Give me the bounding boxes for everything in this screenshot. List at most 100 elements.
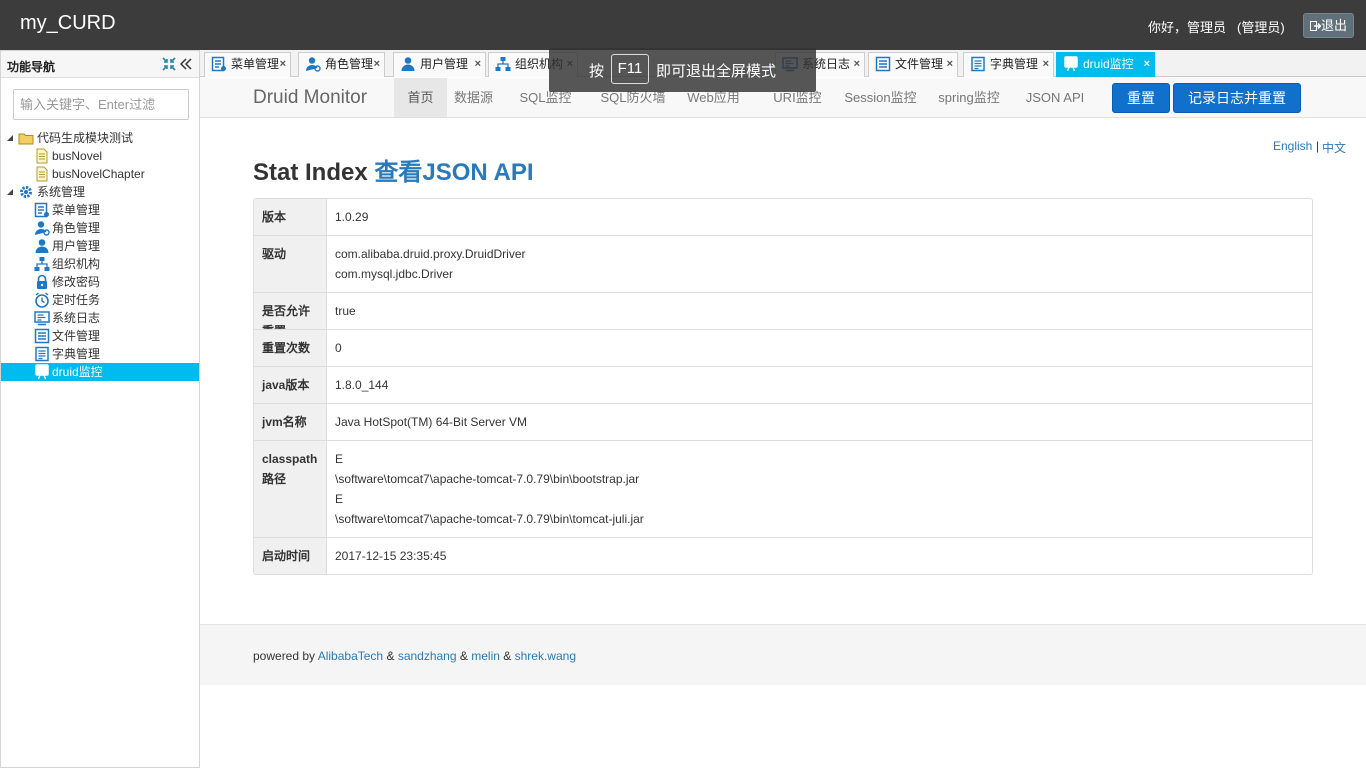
tree-item-label: 文件管理 xyxy=(52,329,101,343)
tab-item[interactable]: 用户管理 × xyxy=(393,52,486,77)
row-key: 重置次数 xyxy=(254,330,327,366)
table-row: java版本 1.8.0_144 xyxy=(254,366,1312,403)
search-input[interactable]: 输入关键字、Enter过滤 xyxy=(13,89,189,120)
role-text: (管理员) xyxy=(1237,20,1285,35)
tree-item-label: 菜单管理 xyxy=(52,203,101,217)
reset-button[interactable]: 重置 xyxy=(1112,83,1170,113)
role-icon xyxy=(35,221,50,236)
json-api-link[interactable]: 查看JSON API xyxy=(374,159,533,186)
row-value: true xyxy=(335,304,356,318)
greeting-text: 你好，管理员 xyxy=(1148,20,1227,35)
footer-link[interactable]: AlibabaTech xyxy=(318,649,383,663)
tree-item[interactable]: 字典管理 xyxy=(1,345,199,363)
tree-item-label: 定时任务 xyxy=(52,293,101,307)
footer-amp: & xyxy=(459,649,468,663)
nav-item[interactable]: Session监控 xyxy=(833,78,928,117)
tree-item[interactable]: 角色管理 xyxy=(1,219,199,237)
close-icon[interactable]: × xyxy=(1144,53,1150,75)
sign-out-icon xyxy=(1309,21,1322,31)
tree-item-label: busNovel xyxy=(52,149,103,163)
stat-table: 版本 1.0.29 驱动 com.alibaba.druid.proxy.DruidD… xyxy=(253,198,1313,575)
tree-item-label: 字典管理 xyxy=(52,347,101,361)
top-bar: my_CURD 你好，管理员 (管理员) 退出 xyxy=(0,0,1366,50)
tree-item-label: druid监控 xyxy=(52,365,103,379)
double-chevron-left-icon[interactable] xyxy=(179,56,193,72)
tab-label: druid监控 xyxy=(1083,57,1134,71)
close-icon[interactable]: × xyxy=(280,53,286,75)
sidebar-header: 功能导航 xyxy=(1,51,199,78)
tip-prefix: 按 xyxy=(589,63,605,80)
close-icon[interactable]: × xyxy=(947,53,953,75)
log-icon xyxy=(34,311,50,326)
app-title: my_CURD xyxy=(20,12,116,34)
nav-item[interactable]: 首页 xyxy=(394,78,447,117)
user-icon xyxy=(401,57,415,71)
footer-amp: & xyxy=(503,649,512,663)
tab-item[interactable]: 文件管理 × xyxy=(868,52,958,77)
english-link[interactable]: English xyxy=(1273,139,1312,153)
tree-item[interactable]: 文件管理 xyxy=(1,327,199,345)
table-row: jvm名称 Java HotSpot(TM) 64-Bit Server VM xyxy=(254,403,1312,440)
dict-icon xyxy=(35,346,49,362)
tree-item[interactable]: busNovel xyxy=(1,147,199,165)
tree-item[interactable]: 定时任务 xyxy=(1,291,199,309)
lang-separator: | xyxy=(1316,139,1320,153)
f11-key: F11 xyxy=(611,54,649,84)
chinese-link[interactable]: 中文 xyxy=(1322,139,1346,156)
file-manage-icon xyxy=(875,56,891,72)
tree-item[interactable]: 菜单管理 xyxy=(1,201,199,219)
tree-item[interactable]: druid监控 xyxy=(1,363,199,381)
footer-link[interactable]: sandzhang xyxy=(398,649,457,663)
tree-item-label: 组织机构 xyxy=(52,257,101,271)
close-icon[interactable]: × xyxy=(1043,53,1049,75)
page-title: Stat Index 查看JSON API xyxy=(253,152,534,187)
footer-link[interactable]: melin xyxy=(471,649,500,663)
tree-item-label: 系统管理 xyxy=(37,185,86,199)
close-icon[interactable]: × xyxy=(854,53,860,75)
footer-link[interactable]: shrek.wang xyxy=(515,649,576,663)
nav-item[interactable]: JSON API xyxy=(1017,78,1093,117)
tree-item-label: busNovelChapter xyxy=(52,167,145,181)
tab-item[interactable]: druid监控 × xyxy=(1056,52,1155,77)
powered-by: powered by xyxy=(253,649,316,663)
row-key: 启动时间 xyxy=(254,538,327,574)
nav-item[interactable]: spring监控 xyxy=(933,78,1005,117)
tab-item[interactable]: 菜单管理 × xyxy=(204,52,291,77)
file-icon xyxy=(36,148,48,164)
nav-item[interactable]: 数据源 xyxy=(447,78,500,117)
tree-item-label: 角色管理 xyxy=(52,221,101,235)
row-key: jvm名称 xyxy=(254,404,327,440)
table-row: 版本 1.0.29 xyxy=(254,199,1312,235)
logout-label: 退出 xyxy=(1320,18,1347,33)
footer: powered by AlibabaTech & sandzhang & mel… xyxy=(200,624,1366,685)
caret-expanded-icon[interactable] xyxy=(6,134,14,142)
user-icon xyxy=(35,239,49,253)
table-row: 驱动 com.alibaba.druid.proxy.DruidDriver co… xyxy=(254,235,1312,292)
row-key: java版本 xyxy=(254,367,327,403)
log-reset-button[interactable]: 记录日志并重置 xyxy=(1173,83,1301,113)
logout-button[interactable]: 退出 xyxy=(1303,13,1354,38)
tip-suffix: 即可退出全屏模式 xyxy=(656,63,777,80)
close-icon[interactable]: × xyxy=(374,53,380,75)
tab-item[interactable]: 字典管理 × xyxy=(963,52,1054,77)
tree-item[interactable]: 组织机构 xyxy=(1,255,199,273)
monitor-icon xyxy=(1064,56,1078,72)
file-icon xyxy=(36,166,48,182)
tree-item[interactable]: 修改密码 xyxy=(1,273,199,291)
tree-item[interactable]: busNovelChapter xyxy=(1,165,199,183)
row-value: E \software\tomcat7\apache-tomcat-7.0.79… xyxy=(335,452,644,526)
tree-item[interactable]: 系统管理 xyxy=(1,183,199,201)
footer-text: powered by AlibabaTech & sandzhang & mel… xyxy=(253,649,576,663)
brand[interactable]: Druid Monitor xyxy=(253,87,367,109)
close-icon[interactable]: × xyxy=(475,53,481,75)
tab-item[interactable]: 角色管理 × xyxy=(298,52,385,77)
sidebar: 功能导航 输入关键字、Enter过滤 代码生成模块测试 busNovel busNo… xyxy=(0,50,200,768)
caret-expanded-icon[interactable] xyxy=(6,188,14,196)
table-row: 启动时间 2017-12-15 23:35:45 xyxy=(254,537,1312,574)
tree-item[interactable]: 用户管理 xyxy=(1,237,199,255)
footer-amp: & xyxy=(386,649,395,663)
tree-item[interactable]: 代码生成模块测试 xyxy=(1,129,199,147)
row-value: Java HotSpot(TM) 64-Bit Server VM xyxy=(335,415,528,429)
collapse-all-icon[interactable] xyxy=(161,56,177,72)
tree-item[interactable]: 系统日志 xyxy=(1,309,199,327)
